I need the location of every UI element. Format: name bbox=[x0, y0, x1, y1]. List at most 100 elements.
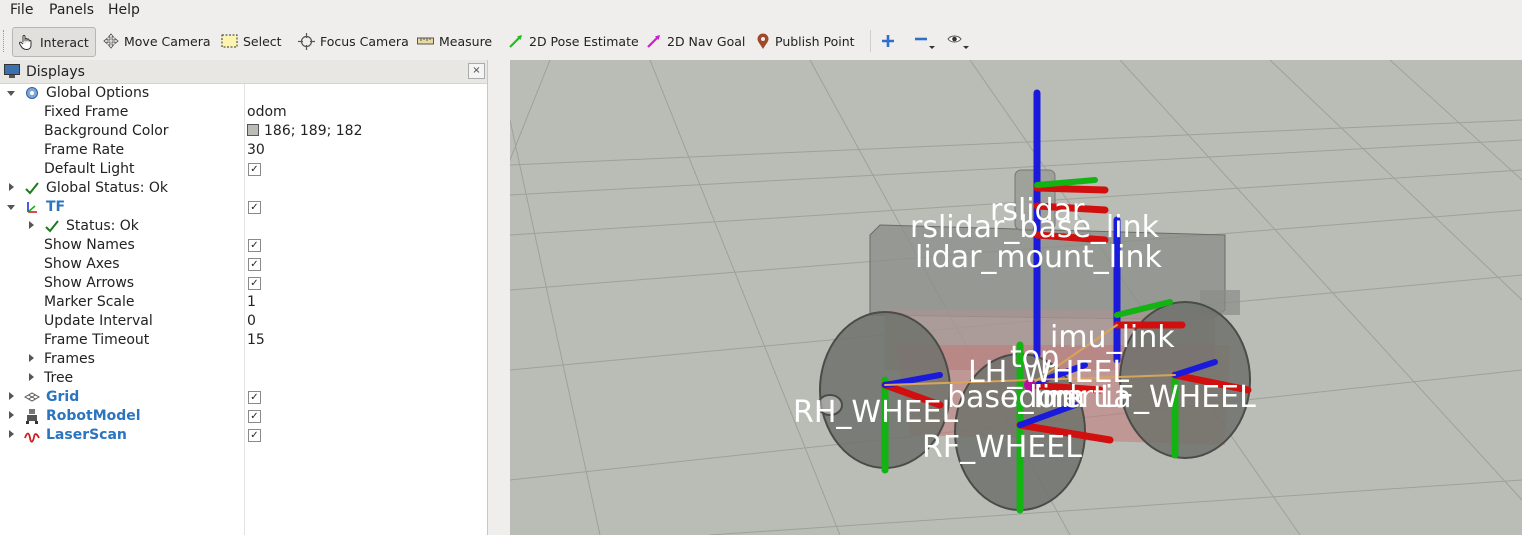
map-pin-icon bbox=[757, 33, 769, 49]
show-axes-label: Show Axes bbox=[44, 256, 120, 272]
show-axes-checkbox[interactable]: ✓ bbox=[248, 258, 261, 271]
frame-rate-label: Frame Rate bbox=[44, 142, 125, 158]
scene-render[interactable]: rslidar rslidar_base_link lidar_mount_li… bbox=[510, 60, 1522, 535]
tree-label: Tree bbox=[44, 370, 74, 386]
update-interval-value[interactable]: 0 bbox=[247, 313, 256, 329]
grid-label: Grid bbox=[46, 389, 80, 405]
toolbar-grip[interactable] bbox=[3, 30, 6, 52]
focus-camera-icon bbox=[298, 32, 315, 50]
select-button[interactable]: Select bbox=[221, 27, 282, 55]
expand-arrow-icon[interactable] bbox=[29, 373, 34, 381]
grid-checkbox[interactable]: ✓ bbox=[248, 391, 261, 404]
tree-row-show-arrows[interactable]: Show Arrows ✓ bbox=[0, 274, 487, 293]
default-light-checkbox[interactable]: ✓ bbox=[248, 163, 261, 176]
3d-viewport[interactable]: rslidar rslidar_base_link lidar_mount_li… bbox=[510, 60, 1522, 535]
move-camera-label: Move Camera bbox=[124, 33, 211, 49]
laser-scan-icon bbox=[24, 432, 40, 443]
publish-point-label: Publish Point bbox=[775, 33, 855, 49]
add-tool-button[interactable] bbox=[881, 27, 900, 55]
show-arrows-label: Show Arrows bbox=[44, 275, 135, 291]
tree-row-grid[interactable]: Grid ✓ bbox=[0, 388, 487, 407]
fixed-frame-value[interactable]: odom bbox=[247, 104, 287, 120]
measure-button[interactable]: Measure bbox=[417, 27, 492, 55]
frame-label-lidar-mount-link: lidar_mount_link bbox=[915, 240, 1162, 275]
monitor-icon bbox=[4, 64, 20, 78]
expand-arrow-icon[interactable] bbox=[29, 354, 34, 362]
laser-scan-label: LaserScan bbox=[46, 427, 127, 443]
tree-row-tf-status[interactable]: Status: Ok bbox=[0, 217, 487, 236]
green-arrow-icon bbox=[509, 35, 522, 48]
expand-arrow-icon[interactable] bbox=[7, 91, 15, 96]
robot-model-checkbox[interactable]: ✓ bbox=[248, 410, 261, 423]
nav-goal-label: 2D Nav Goal bbox=[667, 33, 746, 49]
frame-rate-value[interactable]: 30 bbox=[247, 142, 265, 158]
nav-goal-button[interactable]: 2D Nav Goal bbox=[646, 27, 745, 55]
background-color-value[interactable]: 186; 189; 182 bbox=[247, 123, 363, 139]
fixed-frame-label: Fixed Frame bbox=[44, 104, 129, 120]
tf-checkbox[interactable]: ✓ bbox=[248, 201, 261, 214]
select-label: Select bbox=[243, 33, 282, 49]
marker-scale-value[interactable]: 1 bbox=[247, 294, 256, 310]
expand-arrow-icon[interactable] bbox=[9, 430, 14, 438]
expand-arrow-icon[interactable] bbox=[29, 221, 34, 229]
background-color-text: 186; 189; 182 bbox=[264, 123, 363, 139]
expand-arrow-icon[interactable] bbox=[9, 183, 14, 191]
frame-label-imu-link: imu_link bbox=[1050, 320, 1175, 355]
menu-panels[interactable]: Panels bbox=[49, 2, 94, 18]
color-swatch[interactable] bbox=[247, 124, 259, 136]
splitter[interactable] bbox=[488, 60, 510, 535]
tree-row-frame-rate[interactable]: Frame Rate 30 bbox=[0, 141, 487, 160]
robot-model-label: RobotModel bbox=[46, 408, 141, 424]
tree-row-frame-timeout[interactable]: Frame Timeout 15 bbox=[0, 331, 487, 350]
show-names-checkbox[interactable]: ✓ bbox=[248, 239, 261, 252]
tree-row-tf[interactable]: TF ✓ bbox=[0, 198, 487, 217]
tree-row-global-options[interactable]: Global Options bbox=[0, 84, 487, 103]
update-interval-label: Update Interval bbox=[44, 313, 153, 329]
tree-row-robot-model[interactable]: RobotModel ✓ bbox=[0, 407, 487, 426]
default-light-label: Default Light bbox=[44, 161, 135, 177]
tree-row-show-axes[interactable]: Show Axes ✓ bbox=[0, 255, 487, 274]
frame-timeout-value[interactable]: 15 bbox=[247, 332, 265, 348]
tree-row-default-light[interactable]: Default Light ✓ bbox=[0, 160, 487, 179]
move-camera-button[interactable]: Move Camera bbox=[103, 27, 211, 55]
tree-row-update-interval[interactable]: Update Interval 0 bbox=[0, 312, 487, 331]
pose-estimate-button[interactable]: 2D Pose Estimate bbox=[508, 27, 639, 55]
select-icon bbox=[221, 34, 238, 48]
robot-icon bbox=[26, 409, 38, 424]
tree-row-frames[interactable]: Frames bbox=[0, 350, 487, 369]
tree-row-global-status[interactable]: Global Status: Ok bbox=[0, 179, 487, 198]
measure-label: Measure bbox=[439, 33, 493, 49]
displays-panel-header: Displays × bbox=[0, 60, 487, 84]
gear-icon bbox=[26, 87, 38, 99]
tree-row-tree[interactable]: Tree bbox=[0, 369, 487, 388]
tree-row-laser-scan[interactable]: LaserScan ✓ bbox=[0, 426, 487, 445]
expand-arrow-icon[interactable] bbox=[7, 205, 15, 210]
tree-row-fixed-frame[interactable]: Fixed Frame odom bbox=[0, 103, 487, 122]
ruler-icon bbox=[417, 37, 434, 45]
menu-bar: File Panels Help bbox=[0, 0, 1522, 22]
view-tools-button[interactable] bbox=[947, 27, 976, 55]
tree-row-marker-scale[interactable]: Marker Scale 1 bbox=[0, 293, 487, 312]
tree-row-show-names[interactable]: Show Names ✓ bbox=[0, 236, 487, 255]
laser-scan-checkbox[interactable]: ✓ bbox=[248, 429, 261, 442]
plus-icon bbox=[882, 35, 894, 47]
show-arrows-checkbox[interactable]: ✓ bbox=[248, 277, 261, 290]
eye-icon bbox=[947, 35, 969, 49]
interact-button[interactable]: Interact bbox=[12, 27, 96, 57]
remove-tool-button[interactable] bbox=[914, 27, 941, 55]
tree-row-background-color[interactable]: Background Color 186; 189; 182 bbox=[0, 122, 487, 141]
focus-camera-button[interactable]: Focus Camera bbox=[298, 27, 409, 55]
move-camera-icon bbox=[103, 33, 119, 49]
frame-timeout-label: Frame Timeout bbox=[44, 332, 150, 348]
frames-label: Frames bbox=[44, 351, 95, 367]
menu-help[interactable]: Help bbox=[108, 2, 140, 18]
tf-label: TF bbox=[46, 199, 66, 215]
expand-arrow-icon[interactable] bbox=[9, 411, 14, 419]
publish-point-button[interactable]: Publish Point bbox=[756, 27, 855, 55]
close-panel-button[interactable]: × bbox=[468, 63, 485, 79]
tf-axes-icon bbox=[27, 202, 37, 213]
menu-file[interactable]: File bbox=[10, 2, 33, 18]
magenta-arrow-icon bbox=[647, 35, 660, 48]
expand-arrow-icon[interactable] bbox=[9, 392, 14, 400]
displays-tree: Global Options Fixed Frame odom Backgrou… bbox=[0, 84, 487, 535]
